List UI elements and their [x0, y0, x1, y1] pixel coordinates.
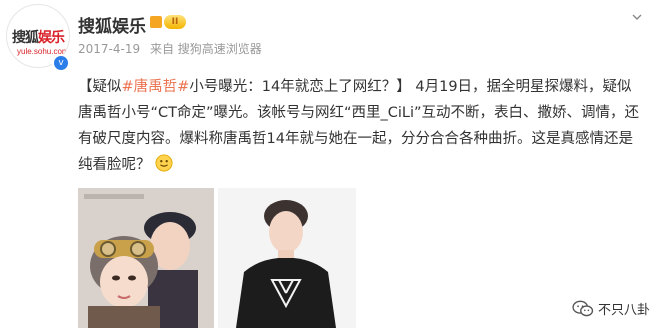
post-headline: 小号曝光：14年就恋上了网红？】	[189, 79, 411, 95]
post-lead: 疑似	[92, 79, 122, 95]
wechat-icon	[572, 300, 594, 316]
post-date[interactable]: 2017-4-19	[78, 42, 140, 56]
post-source[interactable]: 来自 搜狗高速浏览器	[150, 42, 262, 56]
watermark-text: 不只八卦	[597, 303, 650, 318]
photo-man-black-tshirt[interactable]	[218, 188, 356, 328]
vip-badge[interactable]: II	[164, 15, 186, 29]
post-bracket: 【	[78, 79, 93, 95]
photo-couple-selfie[interactable]	[78, 188, 214, 328]
watermark: 不只八卦	[572, 299, 650, 318]
avatar-logo: 搜狐娱乐	[12, 30, 65, 46]
photo-man-illustration	[218, 188, 356, 328]
post-text: 【疑似#唐禹哲#小号曝光：14年就恋上了网红？】 4月19日，据全明星探爆料，疑…	[78, 74, 646, 178]
crown-icon[interactable]	[150, 16, 162, 28]
account-name[interactable]: 搜狐娱乐	[78, 12, 146, 37]
photo-couple-selfie-illustration	[78, 188, 214, 328]
verified-icon: v	[52, 54, 70, 72]
hashtag-link[interactable]: #唐禹哲#	[122, 79, 190, 95]
chevron-down-icon[interactable]	[632, 12, 642, 22]
post-meta: 2017-4-19 来自 搜狗高速浏览器	[78, 40, 268, 57]
smile-emoji-icon	[154, 154, 173, 172]
